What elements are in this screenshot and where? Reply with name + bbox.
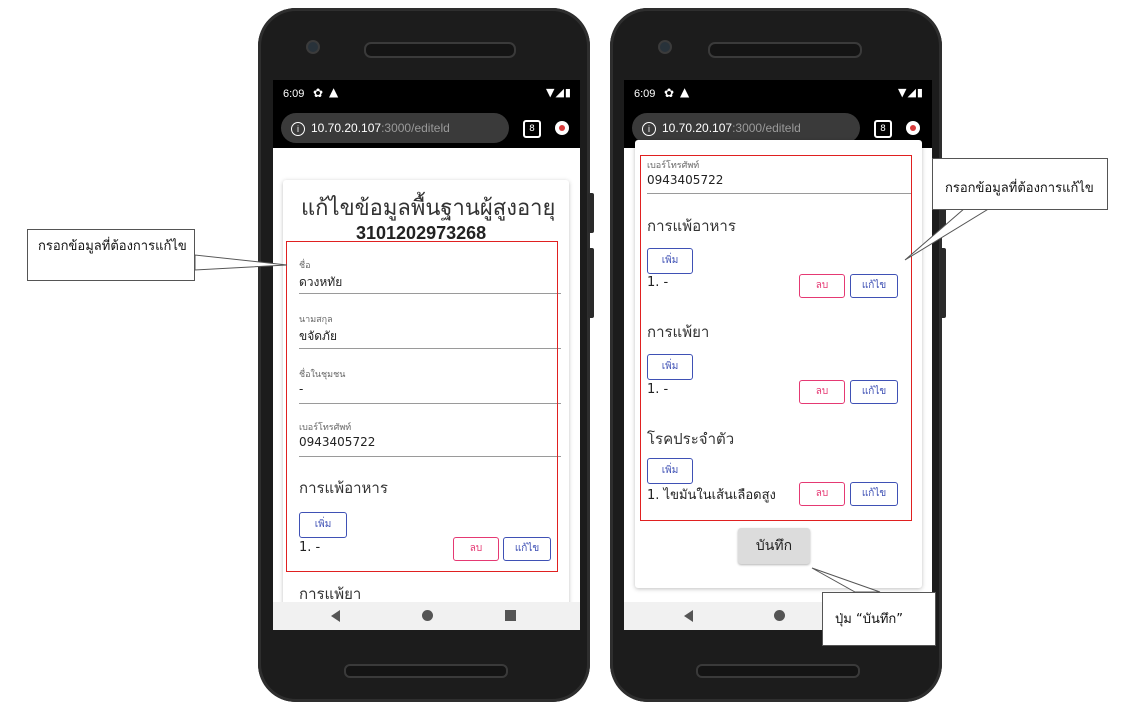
callout-right: กรอกข้อมูลที่ต้องการแก้ไข — [932, 158, 1108, 210]
callout-save: ปุ่ม “บันทึก” — [822, 592, 936, 646]
callout-left: กรอกข้อมูลที่ต้องการแก้ไข — [27, 229, 195, 281]
callout-pointers — [194, 207, 992, 593]
